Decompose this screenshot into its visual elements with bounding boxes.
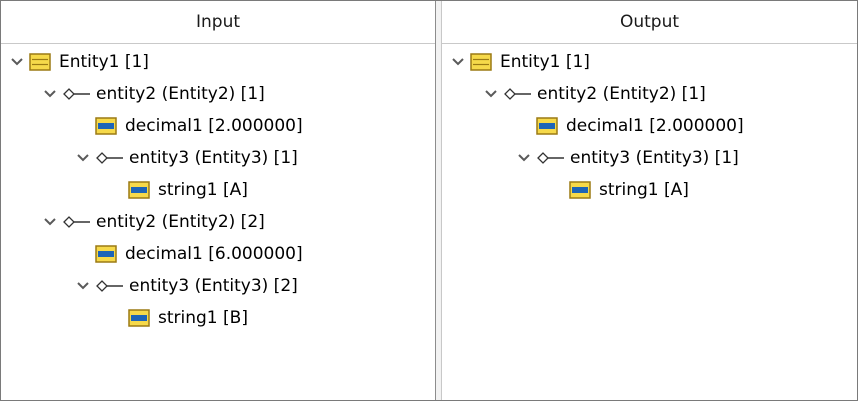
tree-row[interactable]: decimal1 [2.000000]: [95, 110, 303, 142]
tree-row[interactable]: decimal1 [2.000000]: [536, 110, 744, 142]
tree-row[interactable]: string1 [A]: [128, 174, 248, 206]
chevron-down-icon[interactable]: [483, 86, 499, 102]
chevron-down-icon[interactable]: [9, 54, 25, 70]
input-panel-header: Input: [1, 1, 435, 44]
tree-row[interactable]: string1 [B]: [128, 302, 248, 334]
field-icon: [569, 181, 591, 199]
connector-icon: [95, 150, 125, 166]
tree-row-label: Entity1 [1]: [59, 52, 149, 72]
chevron-down-icon[interactable]: [516, 150, 532, 166]
tree-row-label: entity3 (Entity3) [1]: [570, 148, 739, 168]
tree-row[interactable]: entity3 (Entity3) [2]: [75, 270, 298, 302]
field-icon: [128, 181, 150, 199]
tree-row-label: string1 [A]: [158, 180, 248, 200]
tree-row[interactable]: Entity1 [1]: [9, 46, 149, 78]
tree-row[interactable]: entity2 (Entity2) [1]: [42, 78, 265, 110]
output-panel: Output Entity1 [1] entity2 (Entity2) [1] d…: [442, 1, 857, 400]
field-icon: [128, 309, 150, 327]
tree-row-label: string1 [B]: [158, 308, 248, 328]
connector-icon: [62, 214, 92, 230]
connector-icon: [62, 86, 92, 102]
tree-row-label: entity3 (Entity3) [2]: [129, 276, 298, 296]
tree-row-label: Entity1 [1]: [500, 52, 590, 72]
entity-icon: [29, 53, 51, 71]
tree-row[interactable]: entity2 (Entity2) [2]: [42, 206, 265, 238]
chevron-down-icon[interactable]: [450, 54, 466, 70]
tree-row-label: decimal1 [2.000000]: [125, 116, 303, 136]
tree-row[interactable]: Entity1 [1]: [450, 46, 590, 78]
output-panel-header: Output: [442, 1, 857, 44]
tree-row-label: string1 [A]: [599, 180, 689, 200]
connector-icon: [95, 278, 125, 294]
tree-row[interactable]: string1 [A]: [569, 174, 689, 206]
entity-icon: [470, 53, 492, 71]
tree-row-label: decimal1 [2.000000]: [566, 116, 744, 136]
field-icon: [95, 245, 117, 263]
chevron-down-icon[interactable]: [75, 278, 91, 294]
tree-row-label: entity2 (Entity2) [2]: [96, 212, 265, 232]
tree-row[interactable]: decimal1 [6.000000]: [95, 238, 303, 270]
tree-row[interactable]: entity3 (Entity3) [1]: [516, 142, 739, 174]
chevron-down-icon[interactable]: [42, 214, 58, 230]
chevron-down-icon[interactable]: [75, 150, 91, 166]
tree-row-label: entity2 (Entity2) [1]: [537, 84, 706, 104]
field-icon: [536, 117, 558, 135]
tree-row[interactable]: entity2 (Entity2) [1]: [483, 78, 706, 110]
tree-row-label: decimal1 [6.000000]: [125, 244, 303, 264]
connector-icon: [536, 150, 566, 166]
connector-icon: [503, 86, 533, 102]
tree-row-label: entity3 (Entity3) [1]: [129, 148, 298, 168]
field-icon: [95, 117, 117, 135]
chevron-down-icon[interactable]: [42, 86, 58, 102]
tree-compare-view: Input Entity1 [1] entity2 (Entity2) [1] de…: [0, 0, 858, 401]
tree-row-label: entity2 (Entity2) [1]: [96, 84, 265, 104]
input-panel: Input Entity1 [1] entity2 (Entity2) [1] de…: [1, 1, 436, 400]
tree-row[interactable]: entity3 (Entity3) [1]: [75, 142, 298, 174]
